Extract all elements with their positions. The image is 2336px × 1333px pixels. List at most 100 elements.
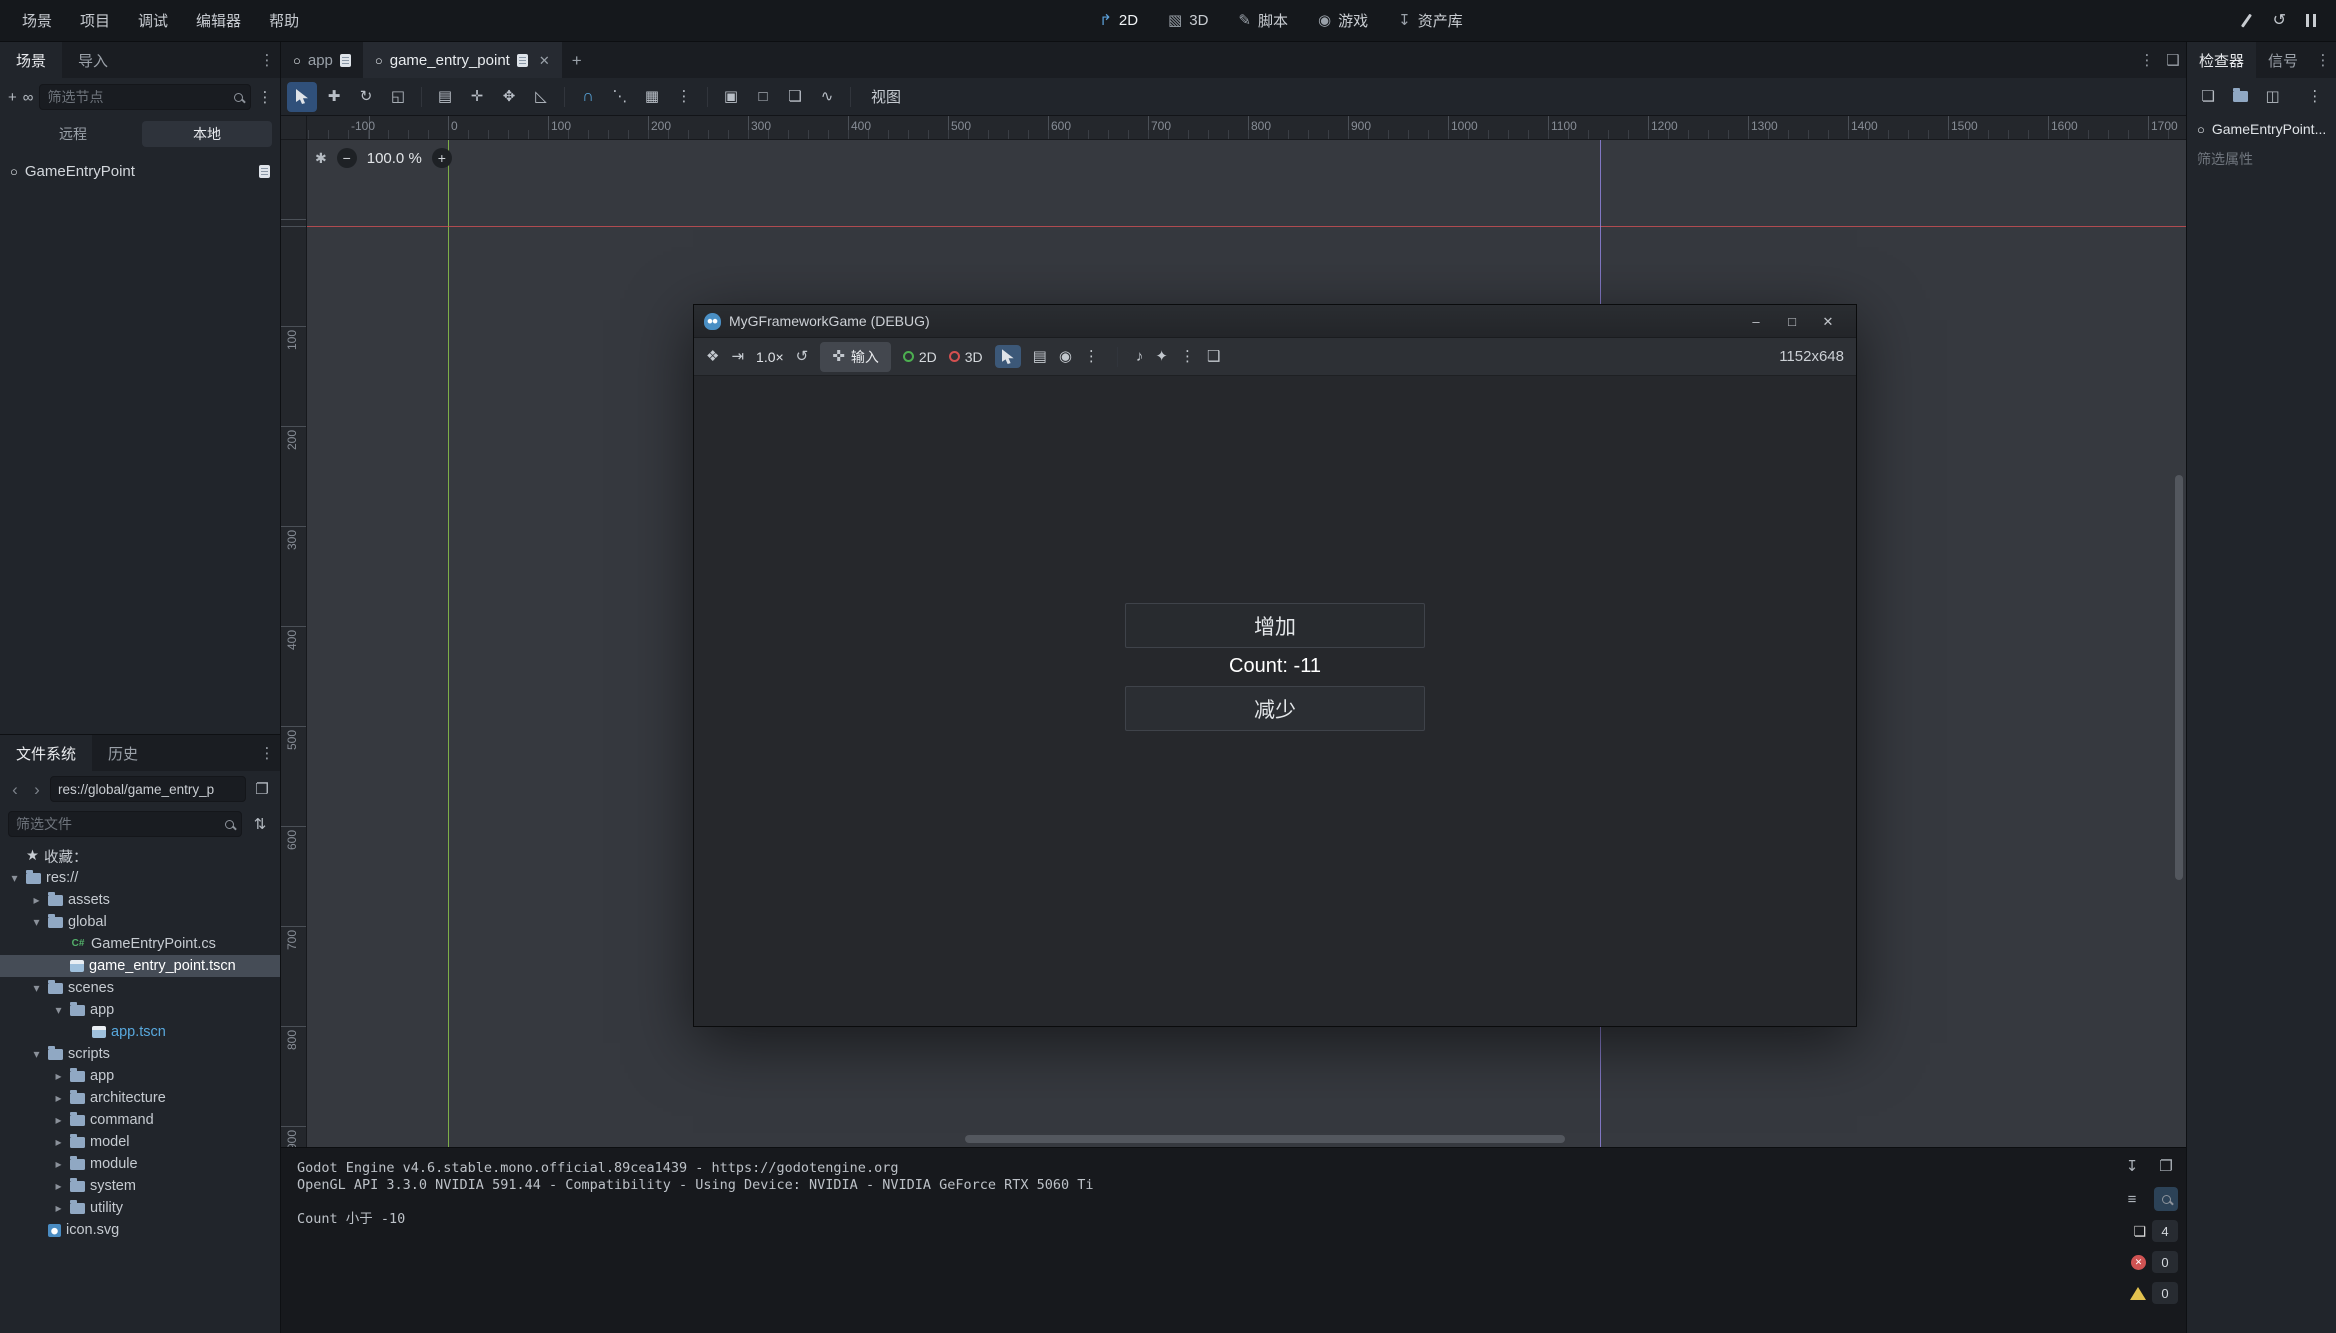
view-menu-button[interactable]: 视图	[859, 86, 913, 107]
center-view-icon[interactable]: ✱	[315, 151, 327, 165]
move-tool[interactable]: ✚	[319, 82, 349, 112]
tree-down-arrow[interactable]: ▾	[30, 981, 43, 995]
file-tree-item[interactable]: ▸system	[0, 1175, 280, 1197]
rotate-tool[interactable]: ↻	[351, 82, 381, 112]
camera-override-3d[interactable]: 3D	[949, 349, 983, 365]
tree-down-arrow[interactable]: ▾	[30, 1047, 43, 1061]
new-scene-tab-icon[interactable]: +	[562, 42, 592, 78]
node-list-icon[interactable]: ▤	[1033, 349, 1047, 364]
file-tree-item[interactable]: icon.svg	[0, 1219, 280, 1241]
script-icon[interactable]	[517, 54, 528, 67]
search-log-icon[interactable]	[2154, 1187, 2178, 1211]
file-tree-item[interactable]: ★收藏：	[0, 845, 280, 867]
file-tree-item[interactable]: ▾scenes	[0, 977, 280, 999]
workspace-2d[interactable]: ↱2D	[1099, 12, 1138, 29]
resource-options-icon[interactable]: ⋮	[2304, 84, 2326, 108]
time-scale-label[interactable]: 1.0×	[756, 349, 784, 365]
file-filter-input[interactable]	[16, 816, 219, 832]
group-tool[interactable]: ❏	[780, 82, 810, 112]
pause-button[interactable]	[2306, 14, 2316, 27]
debug-session-icon[interactable]: ❖	[706, 349, 719, 364]
camera-override-2d[interactable]: 2D	[903, 349, 937, 365]
smart-snap-tool[interactable]: ⋱	[605, 82, 635, 112]
add-node-button[interactable]: +	[8, 85, 17, 109]
scene-filter-input[interactable]	[47, 89, 228, 105]
select-tool[interactable]	[287, 82, 317, 112]
tree-right-arrow[interactable]: ▸	[52, 1113, 65, 1127]
inspector-menu-icon[interactable]: ⋮	[2310, 42, 2336, 78]
new-resource-icon[interactable]: ❏	[2197, 84, 2219, 108]
scale-tool[interactable]: ◱	[383, 82, 413, 112]
workspace-script[interactable]: ✎脚本	[1238, 10, 1288, 31]
tab-inspector[interactable]: 检查器	[2187, 42, 2256, 78]
pick-options-icon[interactable]: ⋮	[1084, 349, 1099, 364]
workspace-game[interactable]: ◉游戏	[1318, 10, 1368, 31]
tree-down-arrow[interactable]: ▾	[30, 915, 43, 929]
menubar-item[interactable]: 调试	[124, 0, 182, 42]
tree-right-arrow[interactable]: ▸	[30, 893, 43, 907]
visibility-icon[interactable]: ◉	[1059, 349, 1072, 364]
file-tree-item[interactable]: ▾global	[0, 911, 280, 933]
file-tree-item[interactable]: ▸command	[0, 1109, 280, 1131]
decrease-button[interactable]: 减少	[1125, 686, 1425, 731]
file-tree-item[interactable]: app.tscn	[0, 1021, 280, 1043]
lock-tool[interactable]: ▣	[716, 82, 746, 112]
debug-options-icon[interactable]: ✦	[1155, 349, 1168, 364]
file-tree-item[interactable]: ▾res://	[0, 867, 280, 889]
input-mode-button[interactable]: ✜ 输入	[820, 342, 891, 372]
workspace-3d[interactable]: ▧3D	[1168, 12, 1208, 29]
file-tree-item[interactable]: ▸architecture	[0, 1087, 280, 1109]
increase-button[interactable]: 增加	[1125, 603, 1425, 648]
scene-dock-menu-icon[interactable]: ⋮	[254, 42, 280, 78]
zoom-in-button[interactable]: +	[432, 148, 452, 168]
file-tree-item[interactable]: ▾scripts	[0, 1043, 280, 1065]
close-tab-icon[interactable]: ✕	[539, 54, 550, 67]
tree-right-arrow[interactable]: ▸	[52, 1157, 65, 1171]
file-tree-item[interactable]: ▸utility	[0, 1197, 280, 1219]
ruler-tool[interactable]: ◺	[526, 82, 556, 112]
current-path-input[interactable]	[58, 782, 238, 797]
snap-menu-tool[interactable]: ⋮	[669, 82, 699, 112]
unlock-tool[interactable]: □	[748, 82, 778, 112]
tab-scene[interactable]: 场景	[0, 42, 62, 78]
toggle-split-mode-icon[interactable]: ❐	[250, 777, 274, 801]
tree-right-arrow[interactable]: ▸	[52, 1135, 65, 1149]
zoom-out-button[interactable]: −	[337, 148, 357, 168]
snap-tool[interactable]: ∩	[573, 82, 603, 112]
nav-back-icon[interactable]: ‹	[6, 781, 24, 798]
warnings-badge[interactable]: 0	[2130, 1282, 2178, 1304]
file-tree-item[interactable]: C#GameEntryPoint.cs	[0, 933, 280, 955]
zoom-percent[interactable]: 100.0 %	[367, 150, 422, 167]
file-tree-item[interactable]: ▸app	[0, 1065, 280, 1087]
attached-script-icon[interactable]	[259, 165, 270, 178]
maximize-window-button[interactable]: □	[1774, 305, 1810, 338]
nav-forward-icon[interactable]: ›	[28, 781, 46, 798]
menubar-item[interactable]: 帮助	[255, 0, 313, 42]
close-window-button[interactable]: ✕	[1810, 305, 1846, 338]
scene-tree-menu-icon[interactable]: ⋮	[257, 85, 272, 109]
file-tree-item[interactable]: ▸assets	[0, 889, 280, 911]
copy-log-icon[interactable]: ❐	[2154, 1154, 2178, 1178]
mute-audio-icon[interactable]: ♪	[1136, 349, 1144, 364]
inspected-object-row[interactable]: ○ GameEntryPoint...	[2187, 114, 2336, 144]
errors-badge[interactable]: ✕ 0	[2131, 1251, 2178, 1273]
pan-tool[interactable]: ✥	[494, 82, 524, 112]
menubar-item[interactable]: 场景	[8, 0, 66, 42]
tab-history[interactable]: 历史	[92, 735, 154, 771]
next-frame-icon[interactable]: ⇥	[731, 349, 744, 364]
tree-down-arrow[interactable]: ▾	[8, 871, 21, 885]
file-tree-item[interactable]: ▸module	[0, 1153, 280, 1175]
scene-tabs-menu-icon[interactable]: ⋮	[2134, 42, 2160, 78]
tree-down-arrow[interactable]: ▾	[52, 1003, 65, 1017]
scene-tab-app[interactable]: ○app	[281, 42, 363, 78]
minimize-window-button[interactable]: –	[1738, 305, 1774, 338]
instance-scene-button[interactable]: ∞	[23, 85, 34, 109]
canvas-vertical-scrollbar[interactable]	[2175, 475, 2183, 880]
tab-signals[interactable]: 信号	[2256, 42, 2310, 78]
menubar-item[interactable]: 项目	[66, 0, 124, 42]
tree-right-arrow[interactable]: ▸	[52, 1069, 65, 1083]
local-button[interactable]: 本地	[142, 121, 272, 147]
grid-snap-tool[interactable]: ▦	[637, 82, 667, 112]
scene-tab-game_entry_point[interactable]: ○game_entry_point✕	[363, 42, 562, 78]
game-window-titlebar[interactable]: MyGFrameworkGame (DEBUG) – □ ✕	[694, 305, 1856, 338]
